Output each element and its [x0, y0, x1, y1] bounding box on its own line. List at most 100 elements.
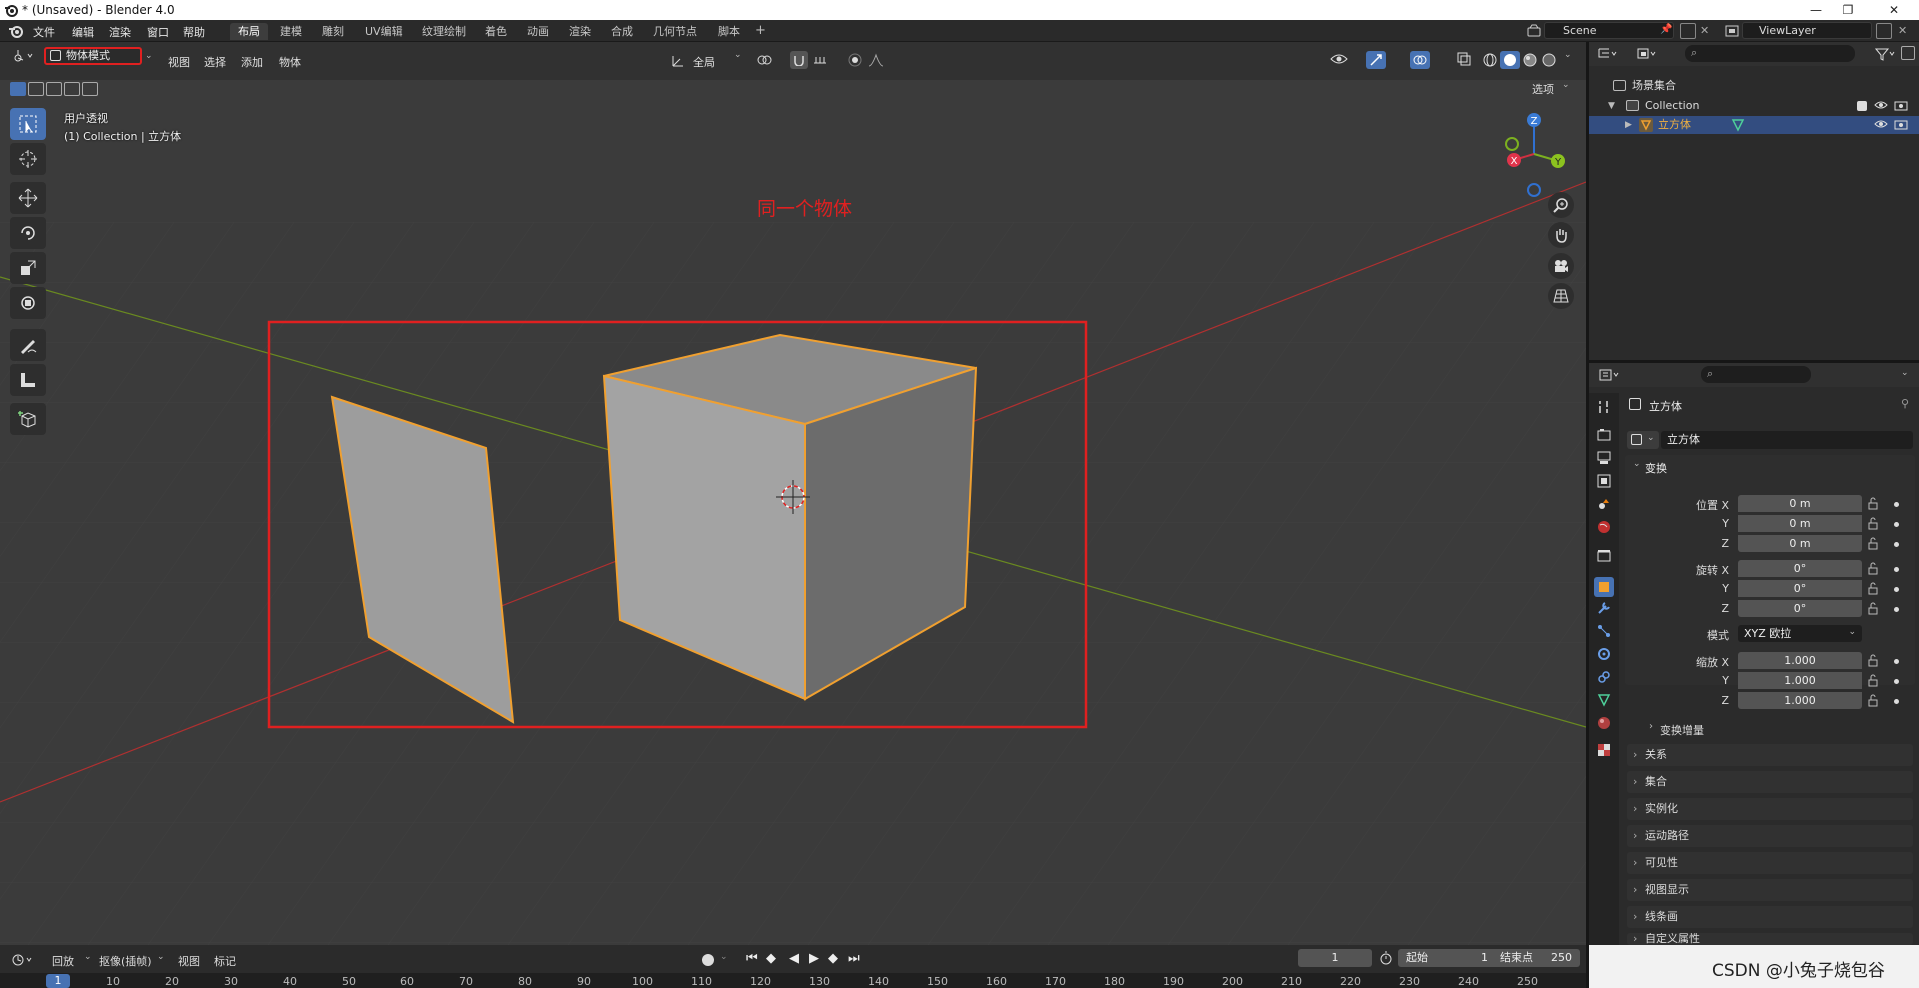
transform-orientation-icon[interactable]: [671, 54, 685, 68]
workspace-tab-shading[interactable]: 着色: [477, 23, 515, 40]
scale-y-field[interactable]: 1.000: [1738, 672, 1862, 689]
chevron-down-icon[interactable]: ⌄: [145, 51, 153, 61]
scale-tool[interactable]: [10, 252, 46, 284]
minimize-icon[interactable]: —: [1808, 2, 1824, 18]
perspective-grid-icon[interactable]: [1548, 283, 1574, 309]
zoom-icon[interactable]: [1548, 192, 1574, 218]
orientation-label[interactable]: 全局: [693, 54, 715, 70]
outliner-row-collection[interactable]: ▼ Collection: [1589, 97, 1919, 115]
pin-icon[interactable]: 📌: [1660, 24, 1672, 35]
rotate-tool[interactable]: [10, 217, 46, 249]
workspace-tab-rendering[interactable]: 渲染: [561, 23, 599, 40]
transform-tool[interactable]: [10, 287, 46, 319]
properties-editor-icon[interactable]: [1599, 368, 1621, 382]
menu-edit[interactable]: 编辑: [72, 24, 94, 40]
camera-render-icon[interactable]: [1894, 118, 1908, 130]
jump-start-icon[interactable]: ⏮: [746, 951, 758, 966]
checkbox-icon[interactable]: [1857, 101, 1867, 111]
outliner-row-scene-collection[interactable]: 场景集合: [1589, 77, 1919, 95]
lock-icon[interactable]: [1866, 537, 1880, 551]
keyframe-dot[interactable]: [1894, 567, 1899, 572]
material-shading-icon[interactable]: [1522, 52, 1538, 68]
record-icon[interactable]: [702, 954, 714, 966]
measure-tool[interactable]: [10, 364, 46, 396]
location-z-field[interactable]: 0 m: [1738, 535, 1862, 552]
physics-tab-icon[interactable]: [1596, 646, 1612, 662]
line-art-panel[interactable]: › 线条画: [1627, 906, 1913, 928]
overlays-icon[interactable]: [1410, 51, 1430, 69]
snap-target-icon[interactable]: [812, 53, 828, 67]
keyframe-dot[interactable]: [1894, 699, 1899, 704]
particles-tab-icon[interactable]: [1596, 623, 1612, 639]
motion-paths-panel[interactable]: › 运动路径: [1627, 825, 1913, 847]
jump-end-icon[interactable]: ⏭: [848, 951, 860, 966]
rotation-x-field[interactable]: 0°: [1738, 560, 1862, 577]
modifier-tab-icon[interactable]: [1596, 600, 1612, 616]
lock-icon[interactable]: [1866, 674, 1880, 688]
blender-menu-icon[interactable]: [8, 23, 24, 39]
workspace-tab-geometry-nodes[interactable]: 几何节点: [645, 23, 705, 40]
workspace-tab-uv-editing[interactable]: UV编辑: [357, 23, 411, 40]
outliner-search-input[interactable]: ⌕: [1685, 45, 1855, 62]
tool-tab-icon[interactable]: [1596, 399, 1612, 415]
viewport-menu-view[interactable]: 视图: [168, 54, 190, 70]
mode-selector[interactable]: 物体模式: [44, 47, 142, 65]
select-invert-icon[interactable]: [64, 82, 80, 96]
expand-arrow-icon[interactable]: ▶: [1625, 116, 1632, 134]
keyframe-dot[interactable]: [1894, 522, 1899, 527]
workspace-tab-scripting[interactable]: 脚本: [710, 23, 748, 40]
select-subtract-icon[interactable]: [46, 82, 62, 96]
scene-name-field[interactable]: Scene: [1544, 22, 1674, 39]
scene-tab-icon[interactable]: [1596, 496, 1612, 512]
pivot-point-icon[interactable]: [756, 53, 774, 67]
select-extend-icon[interactable]: [28, 82, 44, 96]
eye-icon[interactable]: [1874, 118, 1888, 130]
rotation-z-field[interactable]: 0°: [1738, 600, 1862, 617]
play-reverse-icon[interactable]: ◀: [789, 951, 799, 966]
playhead-frame[interactable]: 1: [46, 974, 70, 988]
properties-search-input[interactable]: ⌕: [1701, 366, 1811, 383]
eye-icon[interactable]: [1874, 99, 1888, 111]
add-cube-tool[interactable]: [10, 403, 46, 435]
outliner-editor-icon[interactable]: [1597, 47, 1619, 61]
workspace-tab-sculpting[interactable]: 雕刻: [314, 23, 352, 40]
xray-icon[interactable]: [1457, 52, 1471, 66]
object-browse-button[interactable]: ⌄: [1627, 431, 1659, 449]
scale-x-field[interactable]: 1.000: [1738, 652, 1862, 669]
collection-tab-icon[interactable]: [1596, 548, 1612, 564]
gizmo-toggle-icon[interactable]: [1366, 51, 1386, 69]
object-name-field[interactable]: 立方体: [1661, 431, 1913, 449]
workspace-tab-layout[interactable]: 布局: [230, 23, 268, 40]
delete-view-layer-icon[interactable]: ✕: [1898, 24, 1907, 37]
new-collection-icon[interactable]: [1901, 46, 1915, 60]
editor-type-icon[interactable]: [12, 48, 34, 64]
next-keyframe-icon[interactable]: ◆: [828, 951, 838, 966]
expand-arrow-icon[interactable]: ›: [1649, 721, 1653, 732]
custom-properties-panel[interactable]: › 自定义属性: [1627, 933, 1913, 945]
camera-icon[interactable]: [1548, 253, 1574, 279]
view-layer-icon[interactable]: [1724, 23, 1740, 39]
display-mode-icon[interactable]: [1637, 47, 1659, 61]
lock-icon[interactable]: [1866, 517, 1880, 531]
end-frame-field[interactable]: 结束点 250: [1492, 949, 1580, 967]
camera-render-icon[interactable]: [1894, 99, 1908, 111]
instancing-panel[interactable]: › 实例化: [1627, 798, 1913, 820]
navigation-gizmo[interactable]: Z Y X: [1498, 110, 1570, 238]
location-y-field[interactable]: 0 m: [1738, 515, 1862, 532]
workspace-tab-modeling[interactable]: 建模: [272, 23, 310, 40]
workspace-tab-animation[interactable]: 动画: [519, 23, 557, 40]
workspace-tab-texture-paint[interactable]: 纹理绘制: [414, 23, 474, 40]
viewport-menu-add[interactable]: 添加: [241, 54, 263, 70]
keyframe-dot[interactable]: [1894, 502, 1899, 507]
delta-transform-panel[interactable]: 变换增量: [1660, 722, 1704, 738]
collections-panel[interactable]: › 集合: [1627, 771, 1913, 793]
lock-icon[interactable]: [1866, 582, 1880, 596]
solid-shading-icon[interactable]: [1500, 51, 1520, 69]
rendered-shading-icon[interactable]: [1541, 52, 1557, 68]
menu-help[interactable]: 帮助: [183, 24, 205, 40]
rotation-mode-select[interactable]: XYZ 欧拉 ⌄: [1738, 625, 1862, 642]
chevron-down-icon[interactable]: ⌄: [157, 952, 165, 962]
select-new-icon[interactable]: [10, 82, 26, 96]
chevron-down-icon[interactable]: ⌄: [1562, 80, 1570, 90]
viewport-menu-select[interactable]: 选择: [204, 54, 226, 70]
